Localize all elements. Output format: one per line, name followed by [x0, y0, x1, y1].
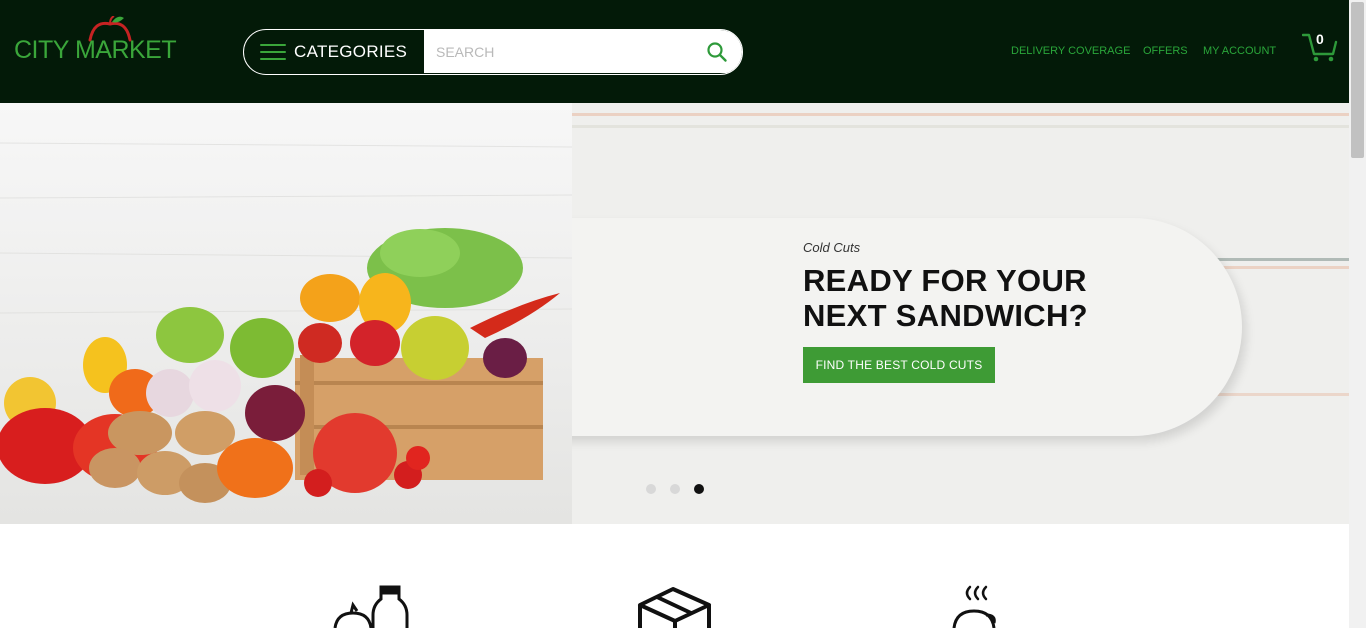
hamburger-menu-icon	[260, 43, 286, 60]
scrollbar-thumb[interactable]	[1351, 2, 1364, 158]
grocery-bottle-icon	[333, 585, 409, 628]
slider-dot-2[interactable]	[670, 484, 680, 494]
nav-my-account[interactable]: MY ACCOUNT	[1203, 45, 1276, 57]
search-input[interactable]	[424, 30, 694, 73]
categories-button[interactable]: CATEGORIES	[244, 30, 424, 73]
nav-delivery-coverage[interactable]: DELIVERY COVERAGE	[1011, 45, 1130, 57]
slide-title: READY FOR YOUR NEXT SANDWICH?	[803, 263, 1088, 333]
slide-kicker: Cold Cuts	[803, 240, 861, 255]
hot-food-icon	[952, 585, 996, 628]
hero-slider: Cold Cuts READY FOR YOUR NEXT SANDWICH? …	[0, 103, 1349, 524]
city-market-logo[interactable]: CITY MARKET	[14, 10, 177, 70]
cart-count-badge: 0	[1316, 31, 1324, 47]
search-field	[424, 30, 742, 73]
find-cold-cuts-button[interactable]: FIND THE BEST COLD CUTS	[803, 347, 995, 383]
slider-dot-1[interactable]	[646, 484, 656, 494]
wood-plank-line	[572, 125, 1349, 128]
box-icon	[638, 587, 711, 628]
site-header: CITY MARKET CATEGORIES DELIVERY COVERAGE…	[0, 0, 1349, 103]
categories-label: CATEGORIES	[294, 41, 408, 61]
search-bar: CATEGORIES	[243, 29, 743, 75]
page: CITY MARKET CATEGORIES DELIVERY COVERAGE…	[0, 0, 1366, 628]
vegetables-image	[0, 103, 572, 524]
nav-offers[interactable]: OFFERS	[1143, 45, 1188, 57]
slider-dot-3-active[interactable]	[694, 484, 704, 494]
search-icon[interactable]	[706, 41, 728, 63]
wood-plank-line	[572, 113, 1349, 116]
logo-text: CITY MARKET	[14, 36, 177, 64]
